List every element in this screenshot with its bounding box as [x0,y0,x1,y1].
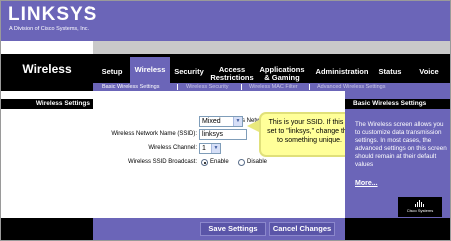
cisco-systems-logo: Cisco Systems [398,197,442,217]
ssid-input[interactable]: linksys [199,129,247,140]
cancel-changes-button[interactable]: Cancel Changes [269,222,335,236]
tab-label: Wireless [134,65,166,74]
broadcast-disable-radio[interactable] [238,159,245,166]
cisco-bars-icon [415,200,424,207]
tab-label: Applications & Gaming [259,65,305,82]
section-title: Wireless [22,62,72,76]
tab-label: Administration [315,67,369,76]
left-column [1,91,93,218]
ssid-tooltip: This is your SSID. If this is set to "li… [259,112,358,157]
subtab-advanced-wireless-settings[interactable]: Advanced Wireless Settings [317,83,385,91]
channel-select[interactable]: 1 ▼ [199,143,221,154]
tab-status[interactable]: Status [376,68,404,76]
tooltip-pointer [247,120,259,132]
left-heading-bar: Wireless Settings [1,99,93,109]
section-title-panel: Wireless [1,54,93,91]
help-text: The Wireless screen allows you to custom… [355,121,447,168]
ssid-broadcast-label: Wireless SSID Broadcast: [127,159,197,165]
tab-access-restrictions[interactable]: Access Restrictions [208,66,256,82]
tab-label: Voice [419,67,439,76]
subtab-separator [177,84,178,90]
firmware-info-strip [93,41,450,54]
chevron-down-icon: ▼ [233,117,242,126]
save-settings-button[interactable]: Save Settings [200,222,266,236]
network-mode-select[interactable]: Mixed ▼ [199,116,243,127]
left-heading: Wireless Settings [35,100,90,107]
radio-selected-dot [203,161,206,164]
tab-applications-gaming[interactable]: Applications & Gaming [257,66,307,82]
header: LINKSYS ® A Division of Cisco Systems, I… [1,1,450,41]
help-heading: Basic Wireless Settings [353,100,427,107]
broadcast-enable-radio[interactable] [201,159,208,166]
chevron-down-icon: ▼ [211,144,220,153]
tab-setup[interactable]: Setup [99,68,125,76]
network-mode-value: Mixed [202,118,221,125]
subtab-wireless-security[interactable]: Wireless Security [186,83,228,91]
router-admin-window: LINKSYS ® A Division of Cisco Systems, I… [0,0,451,241]
main-tabs: Setup Wireless Security Access Restricti… [93,54,450,83]
tab-wireless[interactable]: Wireless [130,57,170,83]
tab-label: Access Restrictions [210,65,254,82]
broadcast-enable-label: Enable [210,159,229,165]
help-more-link[interactable]: More... [355,180,378,187]
channel-label: Wireless Channel: [148,145,197,151]
cisco-systems-text: Cisco Systems [406,208,434,213]
ssid-label: Wireless Network Name (SSID): [111,131,197,137]
tab-label: Setup [101,67,123,76]
subtab-separator [241,84,242,90]
linksys-logo: LINKSYS [8,4,98,25]
tab-label: Security [174,67,204,76]
subtab-wireless-mac-filter[interactable]: Wireless MAC Filter [249,83,298,91]
tab-voice[interactable]: Voice [415,68,443,76]
tab-label: Status [378,67,402,76]
logo-subtitle: A Division of Cisco Systems, Inc. [9,26,90,32]
subtab-separator [309,84,310,90]
tab-security[interactable]: Security [172,68,206,76]
tab-administration[interactable]: Administration [311,68,373,76]
help-heading-bar: Basic Wireless Settings [345,99,450,109]
subtab-basic-wireless-settings[interactable]: Basic Wireless Settings [102,83,159,91]
tooltip-text: This is your SSID. If this is set to "li… [267,119,352,144]
broadcast-disable-label: Disable [247,159,268,165]
subtabs: Basic Wireless Settings Wireless Securit… [93,83,450,91]
channel-value: 1 [202,145,206,152]
trademark-symbol: ® [87,6,91,12]
